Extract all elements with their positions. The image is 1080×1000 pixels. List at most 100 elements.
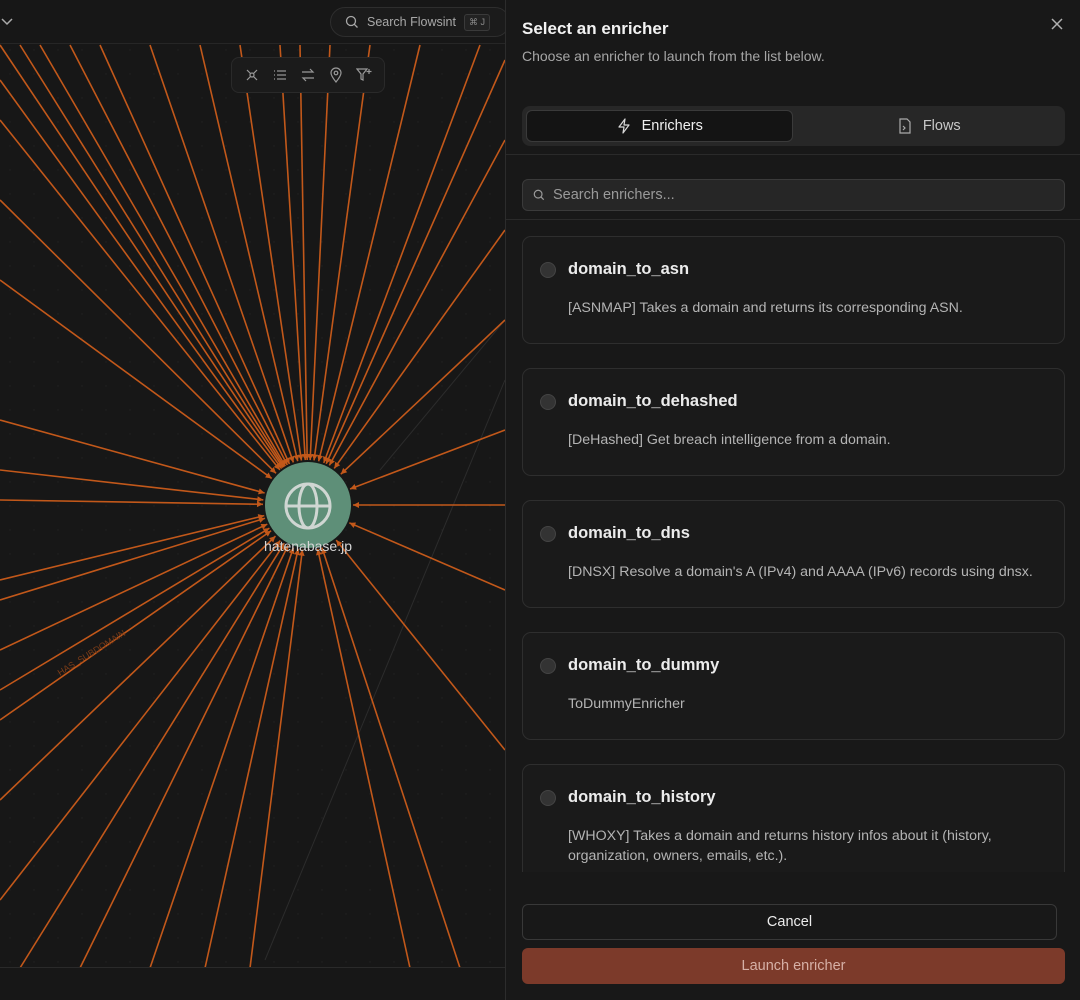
swap-icon[interactable] [297, 64, 319, 86]
grid-dot [225, 817, 227, 819]
graph-edge[interactable] [99, 44, 291, 465]
graph-edge[interactable] [313, 44, 371, 461]
grid-dot [201, 865, 203, 867]
graph-edge[interactable] [321, 547, 461, 969]
graph-edge[interactable] [349, 522, 505, 591]
search-flowsint-button[interactable]: Search Flowsint ⌘ J [330, 7, 505, 37]
grid-dot [33, 577, 35, 579]
enricher-radio[interactable] [540, 394, 556, 410]
filter-plus-icon[interactable] [353, 64, 375, 86]
grid-dot [249, 49, 251, 51]
grid-dot [201, 889, 203, 891]
grid-dot [57, 601, 59, 603]
graph-edge[interactable] [0, 535, 277, 801]
grid-dot [177, 913, 179, 915]
graph-edge[interactable] [333, 229, 505, 469]
grid-dot [249, 889, 251, 891]
enricher-card[interactable]: domain_to_asn [ASNMAP] Takes a domain an… [522, 236, 1065, 344]
search-enrichers-field[interactable] [522, 179, 1065, 211]
graph-edge[interactable] [0, 419, 265, 494]
grid-dot [321, 49, 323, 51]
grid-dot [393, 721, 395, 723]
graph-edge[interactable] [249, 549, 304, 969]
graph-edge[interactable] [0, 279, 273, 480]
grid-dot [129, 409, 131, 411]
chevron-down-icon[interactable] [0, 14, 14, 28]
graph-edge[interactable] [149, 44, 295, 463]
grid-dot [297, 193, 299, 195]
graph-canvas[interactable]: HAS_SUBDOMAIN hatenabase.jp Search Flowsi… [0, 0, 505, 1000]
grid-dot [225, 241, 227, 243]
grid-dot [33, 673, 35, 675]
grid-dot [465, 241, 467, 243]
graph-edge[interactable] [0, 44, 284, 469]
network-icon[interactable] [241, 64, 263, 86]
grid-dot [417, 913, 419, 915]
grid-dot [129, 433, 131, 435]
graph-edge[interactable] [335, 539, 505, 751]
grid-dot [129, 265, 131, 267]
graph-edge[interactable] [19, 44, 285, 468]
grid-dot [153, 505, 155, 507]
grid-dot [465, 937, 467, 939]
grid-dot [177, 289, 179, 291]
graph-edge[interactable] [0, 119, 281, 471]
graph-edge[interactable] [19, 542, 285, 969]
enricher-radio[interactable] [540, 658, 556, 674]
tab-flows[interactable]: Flows [797, 110, 1062, 142]
grid-dot [321, 817, 323, 819]
graph-edge[interactable] [316, 548, 411, 969]
enricher-radio[interactable] [540, 526, 556, 542]
grid-dot [249, 817, 251, 819]
grid-dot [273, 217, 275, 219]
graph-edge[interactable] [323, 44, 481, 464]
grid-dot [129, 817, 131, 819]
grid-dot [225, 217, 227, 219]
launch-enricher-button[interactable]: Launch enricher [522, 948, 1065, 984]
list-icon[interactable] [269, 64, 291, 86]
graph-edge[interactable] [204, 548, 300, 969]
grid-dot [465, 337, 467, 339]
enricher-card[interactable]: domain_to_dehashed [DeHashed] Get breach… [522, 368, 1065, 476]
grid-dot [465, 97, 467, 99]
grid-dot [33, 769, 35, 771]
graph-edge[interactable] [0, 514, 265, 581]
grid-dot [81, 745, 83, 747]
grid-dot [369, 265, 371, 267]
grid-dot [465, 265, 467, 267]
graph-edge[interactable] [0, 499, 264, 506]
grid-dot [81, 769, 83, 771]
enricher-card[interactable]: domain_to_dummy ToDummyEnricher [522, 632, 1065, 740]
grid-dot [129, 337, 131, 339]
graph-edge[interactable] [349, 429, 505, 490]
grid-dot [177, 793, 179, 795]
graph-edge[interactable] [0, 469, 264, 501]
close-icon[interactable] [1049, 16, 1065, 32]
graph-edge[interactable] [0, 79, 283, 470]
grid-dot [273, 241, 275, 243]
grid-dot [345, 865, 347, 867]
graph-edge[interactable] [328, 139, 505, 466]
enricher-radio[interactable] [540, 262, 556, 278]
grid-dot [249, 529, 251, 531]
enricher-card[interactable]: domain_to_history [WHOXY] Takes a domain… [522, 764, 1065, 872]
grid-dot [33, 601, 35, 603]
map-pin-icon[interactable] [325, 64, 347, 86]
grid-dot [201, 433, 203, 435]
tab-enrichers[interactable]: Enrichers [526, 110, 793, 142]
graph-edge[interactable] [309, 44, 331, 461]
grid-dot [249, 793, 251, 795]
graph-edge[interactable] [317, 44, 421, 462]
search-enrichers-input[interactable] [553, 187, 1043, 203]
grid-dot [129, 577, 131, 579]
grid-dot [81, 817, 83, 819]
grid-dot [177, 745, 179, 747]
enricher-radio[interactable] [540, 790, 556, 806]
cancel-button[interactable]: Cancel [522, 904, 1057, 940]
grid-dot [177, 601, 179, 603]
enricher-card[interactable]: domain_to_dns [DNSX] Resolve a domain's … [522, 500, 1065, 608]
graph-edge[interactable] [0, 530, 272, 721]
graph-edge[interactable] [0, 199, 277, 474]
graph-edge[interactable] [69, 44, 289, 466]
graph-edge[interactable] [149, 547, 295, 969]
